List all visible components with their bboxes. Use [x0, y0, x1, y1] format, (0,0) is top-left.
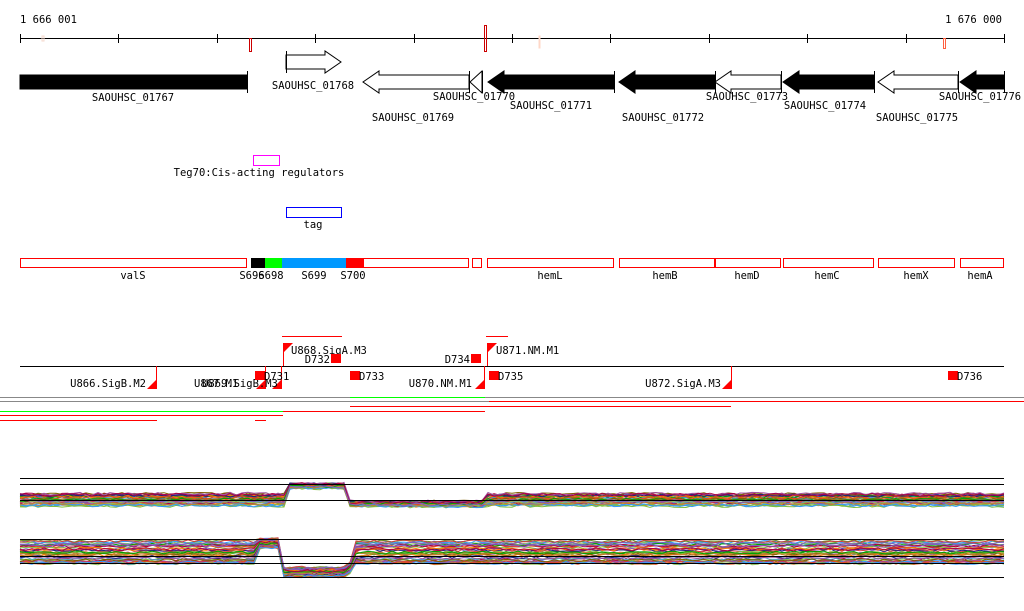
box-label-D735: D735	[498, 371, 523, 383]
gene-label: SAOUHSC_01771	[510, 100, 592, 112]
unit-label-U866.SigB.M2: U866.SigB.M2	[70, 378, 146, 390]
gene-arrow[interactable]	[618, 70, 716, 94]
box-D732[interactable]	[331, 354, 341, 363]
gene-arrow[interactable]	[469, 69, 483, 95]
coordinate-ruler: 1 666 001 1 676 000	[20, 14, 1005, 52]
gene-label: SAOUHSC_01776	[939, 91, 1021, 103]
regulator-label: Teg70:Cis-acting regulators	[174, 167, 345, 179]
gene-arrow[interactable]	[782, 70, 875, 94]
gene-track: SAOUHSC_01767 SAOUHSC_01768 SAOUHSC_01769 S…	[19, 50, 1021, 124]
gene-arrow[interactable]	[487, 70, 615, 94]
gene-arrow[interactable]	[877, 70, 959, 94]
gene-arrow[interactable]	[362, 70, 470, 94]
regulator-track: Teg70:Cis-acting regulators	[174, 155, 345, 179]
feature-track: valS S696S698 S699 S700 hemL hemB hemD hemC hemX…	[20, 258, 1004, 282]
genome-browser-view: 1 666 001 1 676 000 SAOUHSC_01767 SAOUHSC…	[0, 0, 1024, 611]
gene-SAOUHSC_01772[interactable]: SAOUHSC_01772	[618, 70, 716, 124]
gene-SAOUHSC_01767[interactable]: SAOUHSC_01767	[19, 71, 248, 104]
feature-segment[interactable]	[472, 258, 482, 268]
gene-SAOUHSC_01774[interactable]: SAOUHSC_01774	[782, 70, 875, 112]
feature-S698[interactable]	[265, 258, 282, 268]
tag-track: tag	[286, 207, 342, 231]
unit-flag-icon[interactable]	[722, 379, 732, 389]
gene-arrow[interactable]	[714, 70, 782, 94]
unit-label-U872.SigA.M3: U872.SigA.M3	[645, 378, 721, 390]
feature-hemD[interactable]	[715, 258, 781, 268]
feature-label: hemX	[903, 270, 929, 282]
feature-label: S698	[258, 270, 283, 282]
feature-label: hemL	[537, 270, 562, 282]
box-label-D733: D733	[359, 371, 384, 383]
gene-label: SAOUHSC_01768	[272, 80, 354, 92]
ruler-start-label: 1 666 001	[20, 14, 77, 26]
regulator-box[interactable]	[253, 155, 280, 166]
feature-S699[interactable]	[282, 258, 346, 268]
feature-hemB[interactable]	[619, 258, 715, 268]
feature-label: S699	[301, 270, 326, 282]
expression-profiles	[19, 478, 1005, 579]
feature-hemL[interactable]	[487, 258, 614, 268]
box-label-D734: D734	[445, 354, 470, 366]
feature-label: hemA	[967, 270, 993, 282]
feature-segment[interactable]	[363, 258, 469, 268]
tag-label: tag	[304, 219, 323, 231]
box-label-D732: D732	[305, 354, 330, 366]
feature-label: valS	[120, 270, 145, 282]
tag-box[interactable]	[286, 207, 342, 218]
gene-SAOUHSC_01768[interactable]: SAOUHSC_01768	[272, 50, 354, 92]
gene-label: SAOUHSC_01775	[876, 112, 958, 124]
feature-label: hemC	[814, 270, 839, 282]
box-D734[interactable]	[471, 354, 481, 363]
ruler-marker	[538, 35, 541, 49]
unit-label-U871.NM.M1: U871.NM.M1	[496, 345, 559, 357]
unit-flag-icon[interactable]	[475, 379, 485, 389]
feature-hemX[interactable]	[878, 258, 955, 268]
feature-S696[interactable]	[251, 258, 265, 268]
feature-label: hemB	[652, 270, 677, 282]
gene-label: SAOUHSC_01769	[372, 112, 454, 124]
feature-hemA[interactable]	[960, 258, 1004, 268]
ruler-marker	[943, 38, 946, 49]
gene-SAOUHSC_01773[interactable]: SAOUHSC_01773	[706, 70, 788, 103]
unit-flag-icon[interactable]	[147, 379, 157, 389]
feature-S700[interactable]	[346, 258, 363, 268]
gene-label: SAOUHSC_01773	[706, 91, 788, 103]
gene-label: SAOUHSC_01770	[433, 91, 515, 103]
gene-label: SAOUHSC_01772	[622, 112, 704, 124]
feature-valS[interactable]	[20, 258, 247, 268]
ruler-end-label: 1 676 000	[945, 14, 1002, 26]
box-label-D731: D731	[264, 371, 289, 383]
box-label-D736: D736	[957, 371, 982, 383]
unit-label-U870.NM.M1: U870.NM.M1	[409, 378, 472, 390]
feature-label: hemD	[734, 270, 759, 282]
ruler-marker	[249, 38, 252, 52]
gene-arrow[interactable]	[19, 74, 248, 90]
gene-label: SAOUHSC_01774	[784, 100, 866, 112]
gene-arrow[interactable]	[285, 50, 342, 74]
transcription-unit-track: U866.SigB.M2 U867.M1U869.SigB.M3U868.SigA…	[0, 336, 1024, 421]
gene-arrow[interactable]	[959, 70, 1005, 94]
genome-tracks: 1 666 001 1 676 000 SAOUHSC_01767SAOUHSC…	[0, 14, 1024, 579]
feature-hemC[interactable]	[783, 258, 874, 268]
feature-label: S700	[340, 270, 365, 282]
gene-label: SAOUHSC_01767	[92, 92, 174, 104]
